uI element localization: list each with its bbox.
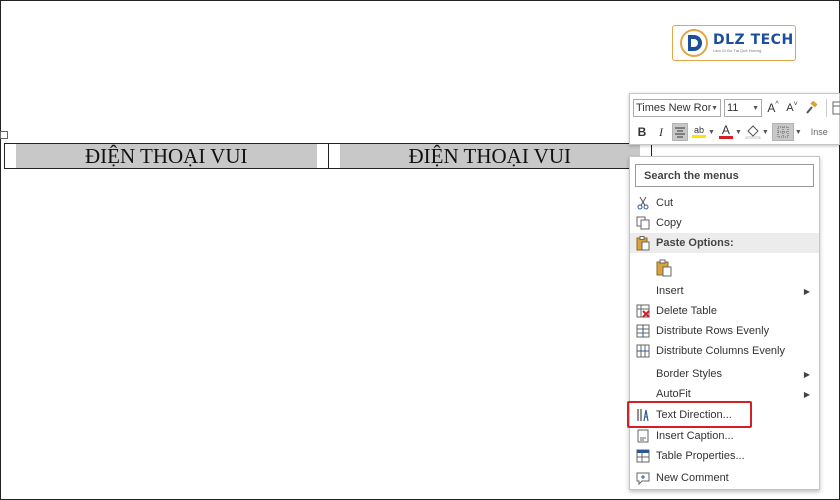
shrink-font-button[interactable]: A ˅ <box>784 99 800 117</box>
shading-button[interactable] <box>745 123 761 141</box>
toolbar-divider <box>826 99 827 117</box>
font-name-select[interactable]: Times New Rom ▼ <box>633 99 721 117</box>
grow-font-button[interactable]: A ^ <box>765 99 781 117</box>
shrink-font-icon: A <box>786 102 794 114</box>
table-cell-text: ĐIỆN THOẠI VUI <box>16 144 317 168</box>
menu-item-border-styles[interactable]: Border Styles ▶ <box>630 364 819 384</box>
distribute-rows-icon <box>636 324 650 338</box>
borders-icon <box>777 126 789 138</box>
menu-item-label: New Comment <box>656 472 729 484</box>
font-name-value: Times New Rom <box>636 102 712 114</box>
menu-item-label: Distribute Rows Evenly <box>656 325 770 337</box>
menu-item-distribute-columns[interactable]: Distribute Columns Evenly <box>630 341 819 361</box>
menu-item-label: Distribute Columns Evenly <box>656 345 785 357</box>
align-center-icon <box>675 127 685 137</box>
menu-item-label: Cut <box>656 197 674 209</box>
chevron-down-icon: ▼ <box>752 104 759 112</box>
font-color-icon: A <box>721 123 730 137</box>
table-properties-icon <box>636 449 650 463</box>
distribute-columns-icon <box>636 344 650 358</box>
menu-item-copy[interactable]: Copy <box>630 213 819 233</box>
chevron-down-icon: ▼ <box>711 104 718 112</box>
chevron-down-icon[interactable]: ▼ <box>762 129 769 136</box>
center-align-button[interactable] <box>672 123 688 141</box>
table-cell-text: ĐIỆN THOẠI VUI <box>339 144 640 168</box>
menu-item-insert[interactable]: Insert ▶ <box>630 281 819 301</box>
document-table: ĐIỆN THOẠI VUI ĐIỆN THOẠI VUI <box>4 143 652 169</box>
styles-button[interactable] <box>831 99 840 117</box>
menu-item-label: Paste Options: <box>656 237 734 249</box>
dlz-logo-icon <box>680 29 708 57</box>
menu-item-label: Border Styles <box>656 368 723 380</box>
bold-button[interactable]: B <box>634 123 650 141</box>
italic-button[interactable]: I <box>653 123 669 141</box>
styles-icon <box>832 101 840 115</box>
menu-search-input[interactable] <box>635 164 814 187</box>
delete-table-icon <box>636 304 650 318</box>
menu-item-table-properties[interactable]: Table Properties... <box>630 446 819 466</box>
menu-item-insert-caption[interactable]: Insert Caption... <box>630 426 819 446</box>
menu-item-distribute-rows[interactable]: Distribute Rows Evenly <box>630 321 819 341</box>
menu-item-label: Copy <box>656 217 682 229</box>
menu-item-label: Insert Caption... <box>656 430 734 442</box>
text-direction-icon <box>637 409 649 422</box>
menu-item-label: Delete Table <box>656 305 717 317</box>
font-size-select[interactable]: 11 ▼ <box>724 99 762 117</box>
menu-item-label: Text Direction... <box>656 409 732 421</box>
menu-item-paste-keep[interactable] <box>630 256 819 280</box>
paste-icon <box>636 235 650 250</box>
chevron-down-icon[interactable]: ▼ <box>708 129 715 136</box>
borders-button[interactable] <box>771 123 794 141</box>
grow-font-icon: A <box>767 101 776 115</box>
mini-toolbar: Times New Rom ▼ 11 ▼ A ^ A ˅ B I ab ▼ A … <box>629 93 840 145</box>
menu-item-cut[interactable]: Cut <box>630 193 819 213</box>
dlz-tech-logo: DLZ TECH Làm Gì Đó Tại Quê Hương <box>672 25 796 61</box>
format-painter-icon <box>806 101 818 114</box>
chevron-right-icon: ▶ <box>803 389 810 399</box>
insert-button[interactable]: Inse <box>811 127 828 137</box>
menu-item-label: AutoFit <box>656 388 691 400</box>
menu-item-label: Insert <box>656 285 684 297</box>
chevron-right-icon: ▶ <box>803 286 810 296</box>
paint-bucket-icon <box>745 125 761 139</box>
menu-item-new-comment[interactable]: New Comment <box>630 468 819 488</box>
chevron-down-icon[interactable]: ▼ <box>735 129 742 136</box>
scissors-icon <box>637 196 649 210</box>
menu-item-autofit[interactable]: AutoFit ▶ <box>630 384 819 404</box>
table-cell[interactable]: ĐIỆN THOẠI VUI <box>327 144 652 168</box>
logo-name: DLZ TECH <box>713 31 794 48</box>
menu-item-text-direction[interactable]: Text Direction... <box>630 405 819 425</box>
paste-keep-icon <box>656 259 672 277</box>
highlighter-icon: ab <box>693 125 704 135</box>
caption-icon <box>637 429 649 443</box>
chevron-down-icon[interactable]: ▼ <box>795 129 802 136</box>
font-size-value: 11 <box>727 102 739 114</box>
menu-item-label: Table Properties... <box>656 450 745 462</box>
format-painter-button[interactable] <box>803 99 819 117</box>
logo-tagline: Làm Gì Đó Tại Quê Hương <box>713 47 762 53</box>
chevron-right-icon: ▶ <box>803 369 810 379</box>
table-cell[interactable]: ĐIỆN THOẠI VUI <box>5 144 328 168</box>
menu-paste-options-header: Paste Options: <box>630 233 819 253</box>
font-color-button[interactable]: A <box>718 123 734 141</box>
copy-icon <box>636 216 650 230</box>
context-menu: Cut Copy Paste Options: <box>629 156 820 490</box>
comment-icon <box>636 472 650 485</box>
menu-item-delete-table[interactable]: Delete Table <box>630 301 819 321</box>
table-move-handle[interactable] <box>0 131 8 139</box>
highlight-button[interactable]: ab <box>691 123 707 141</box>
